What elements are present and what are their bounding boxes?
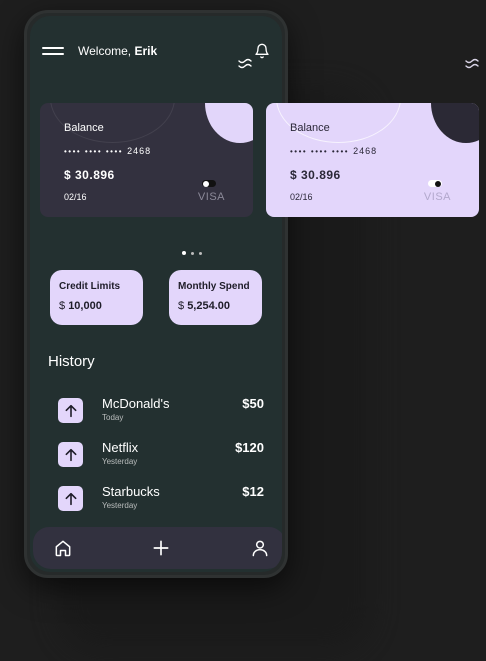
card-pager[interactable] [182, 251, 202, 255]
monthly-spend-label: Monthly Spend [178, 281, 250, 292]
card-brand: VISA [423, 191, 451, 203]
card-number-masked: •••• •••• •••• [64, 146, 124, 156]
transaction-row[interactable]: Netflix Yesterday $120 [58, 440, 264, 470]
history-title: History [48, 353, 95, 370]
card-number-last4: 2468 [353, 146, 378, 156]
monthly-spend-value: $ 5,254.00 [178, 300, 230, 312]
credit-limits-label: Credit Limits [59, 281, 121, 292]
card-toggle[interactable] [202, 180, 216, 187]
card-number: •••• •••• •••• 2468 [290, 146, 377, 156]
card-toggle[interactable] [428, 180, 442, 187]
hamburger-menu-icon[interactable] [42, 45, 64, 57]
currency-symbol: $ [59, 300, 66, 312]
currency-symbol: $ [178, 300, 185, 312]
monthly-spend-card[interactable]: Monthly Spend $ 5,254.00 [169, 270, 262, 325]
bottom-navbar [33, 527, 282, 569]
user-name: Erik [134, 44, 158, 58]
transaction-amount: $50 [242, 396, 264, 411]
user-icon[interactable] [250, 538, 270, 558]
arrow-up-icon [58, 398, 83, 423]
card-decoration-circle [431, 103, 479, 143]
bell-icon[interactable] [254, 43, 270, 59]
home-icon[interactable] [53, 538, 73, 558]
transaction-row[interactable]: Starbucks Yesterday $12 [58, 484, 264, 514]
card-number-masked: •••• •••• •••• [290, 146, 350, 156]
card-balance-amount: $ 30.896 [290, 168, 341, 182]
contactless-wave-icon [465, 58, 479, 69]
arrow-up-icon [58, 442, 83, 467]
transaction-date: Yesterday [102, 457, 138, 466]
card-balance-amount: $ 30.896 [64, 168, 115, 182]
welcome-prefix: Welcome, [78, 44, 132, 58]
card-title: Balance [64, 122, 104, 134]
pager-dot[interactable] [191, 251, 194, 255]
card-number-last4: 2468 [127, 146, 152, 156]
transaction-date: Yesterday [102, 501, 138, 510]
card-title: Balance [290, 122, 330, 134]
plus-icon[interactable] [151, 538, 171, 558]
pager-dot[interactable] [199, 251, 202, 255]
monthly-spend-amount: 5,254.00 [187, 300, 231, 312]
credit-limits-value: $ 10,000 [59, 300, 102, 312]
transaction-row[interactable]: McDonald's Today $50 [58, 396, 264, 426]
balance-card-dark[interactable]: Balance •••• •••• •••• 2468 $ 30.896 02/… [40, 103, 253, 217]
transaction-name: Starbucks [102, 484, 160, 499]
transaction-amount: $120 [235, 440, 264, 455]
card-brand: VISA [197, 191, 225, 203]
welcome-text: Welcome, Erik [78, 44, 157, 58]
arrow-up-icon [58, 486, 83, 511]
balance-card-light[interactable]: Balance •••• •••• •••• 2468 $ 30.896 02/… [266, 103, 479, 217]
transaction-date: Today [102, 413, 124, 422]
transaction-amount: $12 [242, 484, 264, 499]
credit-limits-amount: 10,000 [68, 300, 102, 312]
card-expiry: 02/16 [64, 192, 87, 202]
app-header: Welcome, Erik [42, 42, 270, 60]
pager-dot[interactable] [182, 251, 186, 255]
contactless-wave-icon [238, 58, 252, 69]
card-expiry: 02/16 [290, 192, 313, 202]
transaction-name: Netflix [102, 440, 139, 455]
transaction-name: McDonald's [102, 396, 170, 411]
card-decoration-circle [205, 103, 253, 143]
card-number: •••• •••• •••• 2468 [64, 146, 151, 156]
credit-limits-card[interactable]: Credit Limits $ 10,000 [50, 270, 143, 325]
